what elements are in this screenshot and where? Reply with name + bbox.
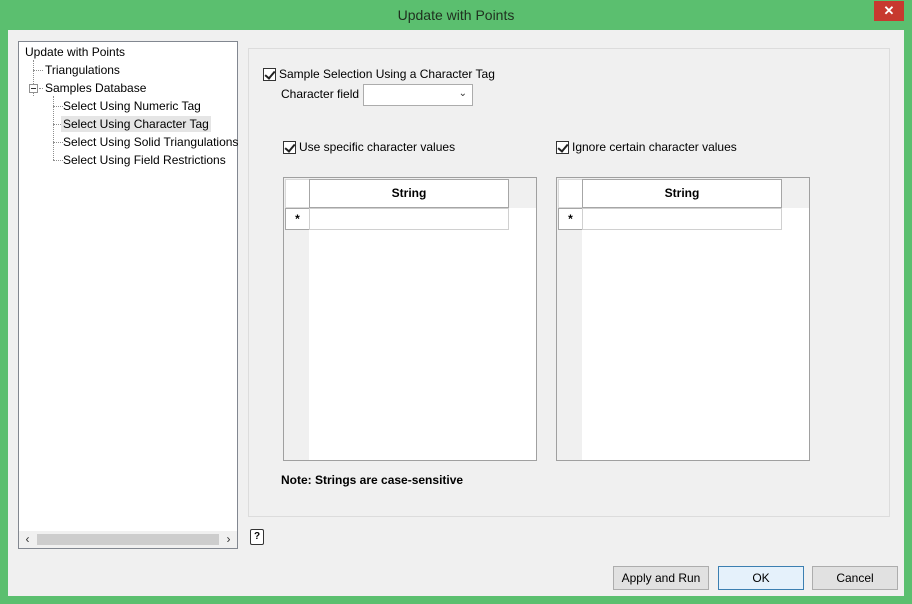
ignore-values-grid[interactable]: String * xyxy=(556,177,810,461)
grid-body[interactable] xyxy=(582,208,809,460)
tree-connector xyxy=(39,88,43,89)
tree-item-select-solid-triangulations[interactable]: Select Using Solid Triangulations xyxy=(63,134,238,150)
tree-item-samples-database[interactable]: Samples Database xyxy=(45,80,146,96)
apply-and-run-button[interactable]: Apply and Run xyxy=(613,566,709,590)
chevron-down-icon: ⌄ xyxy=(458,88,467,99)
tree-item-select-character-tag[interactable]: Select Using Character Tag xyxy=(61,116,211,132)
tree-item-triangulations[interactable]: Triangulations xyxy=(45,62,120,78)
tree-connector xyxy=(53,106,63,107)
sample-selection-checkbox[interactable] xyxy=(263,67,276,81)
ok-button[interactable]: OK xyxy=(718,566,804,590)
dialog-window: Update with Points ✕ Update with Points … xyxy=(0,0,912,604)
sample-selection-checkbox-row[interactable]: Sample Selection Using a Character Tag xyxy=(263,66,495,82)
navigation-tree: Update with Points Triangulations Sample… xyxy=(18,41,238,549)
collapse-icon[interactable] xyxy=(29,84,38,93)
tree-item-select-field-restrictions[interactable]: Select Using Field Restrictions xyxy=(63,152,226,168)
sample-selection-label: Sample Selection Using a Character Tag xyxy=(279,67,495,81)
character-field-dropdown[interactable]: ⌄ xyxy=(363,84,473,106)
grid-new-row-marker[interactable]: * xyxy=(558,208,583,230)
tree-connector xyxy=(53,124,61,125)
ignore-certain-label: Ignore certain character values xyxy=(572,140,737,154)
tree-horizontal-scrollbar[interactable]: ‹ › xyxy=(19,531,237,548)
window-title: Update with Points xyxy=(397,7,515,23)
grid-body[interactable] xyxy=(309,208,536,460)
grid-corner[interactable] xyxy=(558,179,583,208)
grid-new-row-cell[interactable] xyxy=(582,208,782,230)
character-field-label: Character field xyxy=(281,87,360,101)
dialog-client-area: Update with Points Triangulations Sample… xyxy=(8,30,904,596)
tree-connector xyxy=(53,142,63,143)
settings-panel: Sample Selection Using a Character Tag C… xyxy=(248,48,890,517)
scroll-right-icon[interactable]: › xyxy=(220,531,237,548)
tree-root-update-with-points[interactable]: Update with Points xyxy=(25,44,125,60)
tree-connector xyxy=(33,70,43,71)
tree-connector xyxy=(53,160,63,161)
grid-column-header-string[interactable]: String xyxy=(309,179,509,208)
case-sensitivity-note: Note: Strings are case-sensitive xyxy=(281,473,464,487)
scroll-thumb[interactable] xyxy=(37,534,219,545)
use-specific-checkbox-row[interactable]: Use specific character values xyxy=(283,139,455,155)
use-specific-label: Use specific character values xyxy=(299,140,456,154)
tree-item-select-numeric-tag[interactable]: Select Using Numeric Tag xyxy=(63,98,201,114)
title-bar[interactable]: Update with Points ✕ xyxy=(0,0,912,30)
help-icon[interactable]: ? xyxy=(250,529,264,545)
grid-new-row-cell[interactable] xyxy=(309,208,509,230)
ignore-certain-checkbox-row[interactable]: Ignore certain character values xyxy=(556,139,737,155)
use-specific-checkbox[interactable] xyxy=(283,140,296,154)
cancel-button[interactable]: Cancel xyxy=(812,566,898,590)
close-button[interactable]: ✕ xyxy=(874,1,904,21)
ignore-certain-checkbox[interactable] xyxy=(556,140,569,154)
grid-column-header-string[interactable]: String xyxy=(582,179,782,208)
grid-corner[interactable] xyxy=(285,179,310,208)
specific-values-grid[interactable]: String * xyxy=(283,177,537,461)
grid-new-row-marker[interactable]: * xyxy=(285,208,310,230)
scroll-left-icon[interactable]: ‹ xyxy=(19,531,36,548)
